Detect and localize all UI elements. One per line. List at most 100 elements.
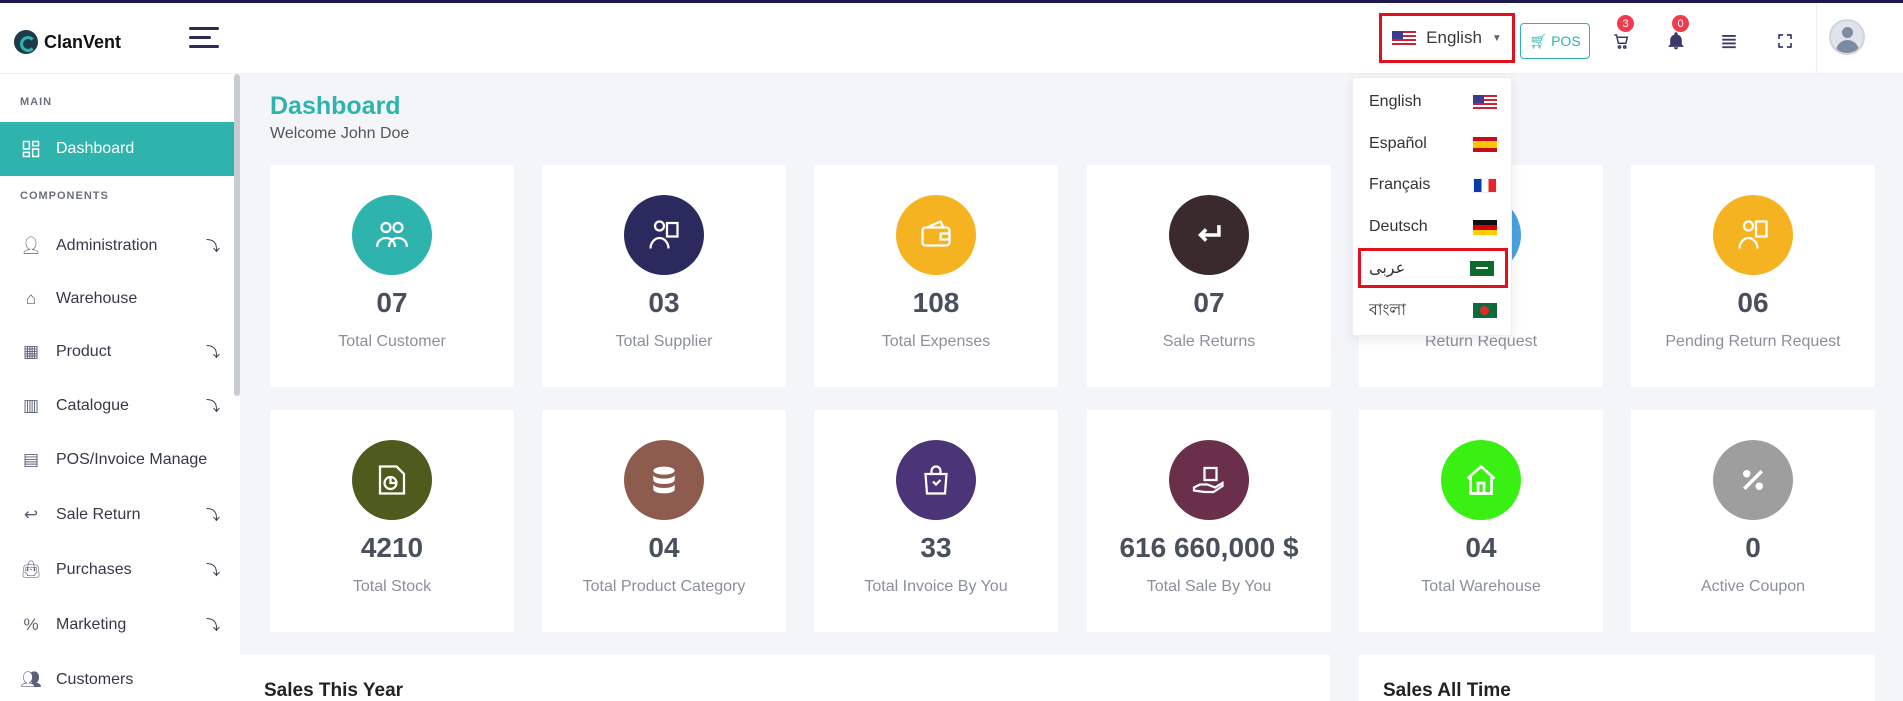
sidebar-item-administration[interactable]: 👤︎ Administration ⤵: [0, 222, 240, 270]
germany-flag-icon: [1473, 219, 1497, 235]
stat-card-total-invoice[interactable]: 33 Total Invoice By You: [814, 410, 1058, 632]
brand-logo[interactable]: ClanVent: [14, 30, 121, 54]
fullscreen-icon[interactable]: [1773, 29, 1797, 53]
catalogue-icon: ▥: [22, 396, 40, 415]
language-option-espanol[interactable]: Español: [1353, 126, 1513, 162]
sidebar-item-dashboard[interactable]: Dashboard: [0, 122, 240, 176]
saudi-flag-icon: [1470, 260, 1494, 276]
sidebar-item-label: Purchases: [56, 561, 132, 578]
stat-label: Total Warehouse: [1421, 578, 1541, 595]
database-icon: [624, 440, 704, 520]
language-option-label: عربى: [1369, 260, 1406, 277]
pending-icon: [1713, 195, 1793, 275]
language-option-label: Français: [1369, 176, 1431, 193]
stat-value: 616 660,000 $: [1119, 532, 1299, 563]
stat-card-total-warehouse[interactable]: 04 Total Warehouse: [1359, 410, 1603, 632]
sidebar-item-marketing[interactable]: % Marketing ⤵: [0, 601, 240, 649]
sidebar-item-warehouse[interactable]: ⌂ Warehouse: [0, 275, 240, 323]
logo-icon: [14, 30, 38, 54]
stat-card-total-sale[interactable]: 616 660,000 $ Total Sale By You: [1087, 410, 1331, 632]
pos-button[interactable]: 🛒︎ POS: [1520, 23, 1590, 59]
brand-name: ClanVent: [44, 31, 122, 52]
percent-icon: [1713, 440, 1793, 520]
language-option-arabic[interactable]: عربى: [1358, 248, 1508, 288]
sidebar-item-customers[interactable]: 👥︎ Customers: [0, 656, 240, 701]
cart-icon[interactable]: [1609, 29, 1633, 53]
sidebar-item-label: Marketing: [56, 616, 127, 633]
sidebar-item-label: POS/Invoice Manage: [56, 451, 208, 468]
bag-icon: 👜︎: [20, 560, 42, 579]
page-title: Dashboard: [270, 92, 401, 120]
stat-card-total-supplier[interactable]: 03 Total Supplier: [542, 165, 786, 387]
welcome-text: Welcome John Doe: [270, 125, 410, 142]
language-option-label: Español: [1369, 135, 1427, 152]
stat-value: 33: [920, 532, 952, 563]
stat-value: 4210: [360, 532, 424, 563]
stat-value: 07: [376, 287, 408, 318]
sidebar-section-components: COMPONENTS: [20, 190, 109, 202]
stat-label: Total Customer: [338, 333, 446, 350]
language-selector[interactable]: English ▼: [1379, 13, 1515, 63]
sales-all-time-panel: Sales All Time: [1359, 655, 1875, 701]
stat-label: Total Stock: [352, 578, 432, 595]
stock-icon: [352, 440, 432, 520]
warehouse-icon: [1441, 440, 1521, 520]
language-dropdown: English Español Français Deutsch عربى বা…: [1352, 77, 1512, 336]
sidebar-item-purchases[interactable]: 👜︎ Purchases ⤵: [0, 546, 240, 594]
language-option-deutsch[interactable]: Deutsch: [1353, 209, 1513, 245]
language-option-bangla[interactable]: বাংলা: [1353, 292, 1513, 328]
stat-value: 04: [648, 532, 680, 563]
list-icon[interactable]: [1717, 29, 1741, 53]
stat-label: Sale Returns: [1162, 333, 1256, 350]
language-selector-label: English: [1426, 28, 1482, 47]
language-option-label: বাংলা: [1369, 301, 1406, 319]
stat-card-total-expenses[interactable]: 108 Total Expenses: [814, 165, 1058, 387]
stat-label: Pending Return Request: [1665, 333, 1841, 350]
submenu-arrow-icon: ⤵: [206, 398, 220, 414]
language-option-francais[interactable]: Français: [1353, 167, 1513, 203]
pos-button-label: POS: [1551, 33, 1581, 49]
language-option-english[interactable]: English: [1353, 84, 1513, 120]
customers-icon: [352, 195, 432, 275]
stat-value: 03: [648, 287, 680, 318]
invoice-icon: ▤: [22, 450, 40, 469]
cart-count-badge: 3: [1617, 15, 1634, 32]
sidebar-item-label: Sale Return: [56, 506, 141, 523]
bell-icon[interactable]: [1664, 29, 1688, 53]
stat-value: 04: [1465, 532, 1497, 563]
panel-title: Sales This Year: [264, 680, 404, 701]
sales-this-year-panel: Sales This Year: [240, 655, 1330, 701]
stat-card-pending-return-request[interactable]: 06 Pending Return Request: [1631, 165, 1875, 387]
stat-card-total-stock[interactable]: 4210 Total Stock: [270, 410, 514, 632]
menu-toggle-icon[interactable]: [189, 25, 219, 51]
sidebar-item-product[interactable]: ▦ Product ⤵: [0, 328, 240, 376]
submenu-arrow-icon: ⤵: [206, 562, 220, 578]
us-flag-icon: [1473, 94, 1497, 110]
stat-label: Total Invoice By You: [864, 578, 1008, 595]
stat-label: Total Product Category: [582, 578, 746, 595]
language-option-label: Deutsch: [1369, 218, 1428, 235]
sidebar-scrollbar[interactable]: [234, 74, 240, 396]
sidebar-item-label: Dashboard: [56, 140, 135, 157]
sidebar-item-label: Warehouse: [56, 290, 138, 307]
stat-card-sale-returns[interactable]: 07 Sale Returns: [1087, 165, 1331, 387]
stat-card-active-coupon[interactable]: 0 Active Coupon: [1631, 410, 1875, 632]
us-flag-icon: [1392, 30, 1417, 46]
sidebar-item-label: Customers: [56, 671, 134, 688]
stat-card-total-product-category[interactable]: 04 Total Product Category: [542, 410, 786, 632]
stat-card-total-customer[interactable]: 07 Total Customer: [270, 165, 514, 387]
france-flag-icon: [1473, 177, 1497, 193]
panel-title: Sales All Time: [1383, 680, 1511, 701]
sidebar-item-catalogue[interactable]: ▥ Catalogue ⤵: [0, 382, 240, 430]
sale-hand-icon: [1169, 440, 1249, 520]
sidebar-item-pos-invoice[interactable]: ▤ POS/Invoice Manage: [0, 436, 240, 484]
sidebar-item-sale-return[interactable]: ↩ Sale Return ⤵: [0, 491, 240, 539]
user-avatar[interactable]: [1829, 19, 1865, 55]
stat-label: Active Coupon: [1700, 578, 1806, 595]
header-divider: [1816, 3, 1817, 74]
percent-icon: %: [23, 615, 39, 634]
submenu-arrow-icon: ⤵: [206, 617, 220, 633]
submenu-arrow-icon: ⤵: [206, 344, 220, 360]
notification-count-badge: 0: [1672, 15, 1689, 32]
cart-icon: 🛒︎: [1529, 32, 1548, 49]
